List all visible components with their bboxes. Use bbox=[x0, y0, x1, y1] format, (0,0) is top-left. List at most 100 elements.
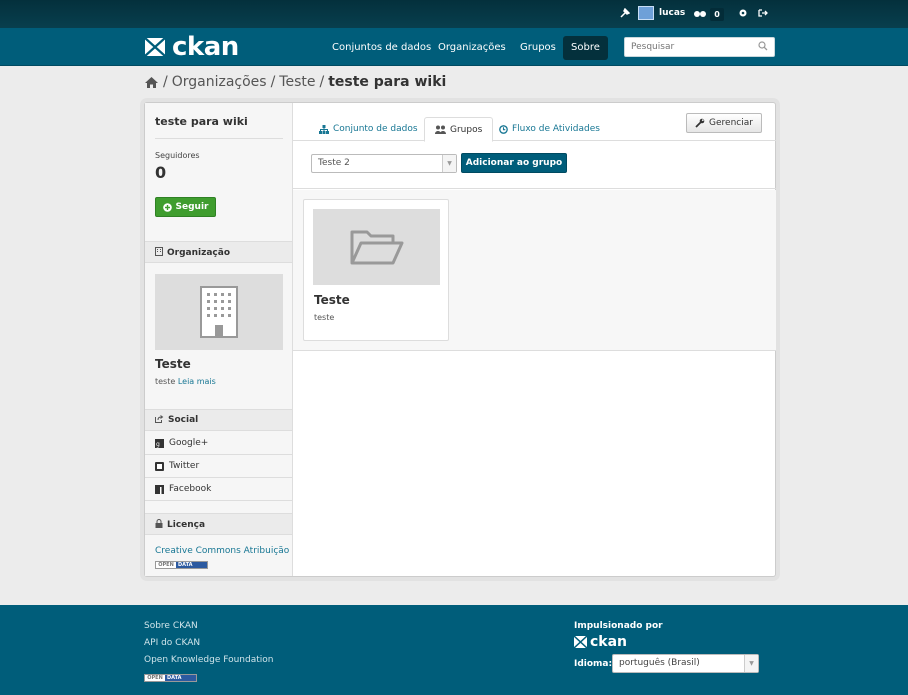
manage-button-label: Gerenciar bbox=[709, 118, 753, 128]
account-bar: lucas 0 bbox=[0, 0, 908, 28]
footer-about-link[interactable]: Sobre CKAN bbox=[144, 621, 198, 631]
google-plus-icon: g bbox=[155, 438, 164, 448]
social-google-plus[interactable]: g Google+ bbox=[145, 432, 292, 455]
group-list: Teste teste bbox=[293, 190, 776, 351]
ckan-logo[interactable]: ckan bbox=[144, 32, 239, 62]
search-input[interactable] bbox=[625, 38, 753, 56]
social-facebook[interactable]: Facebook bbox=[145, 478, 292, 501]
main-nav-about: Sobre bbox=[563, 36, 608, 60]
tab-activity[interactable]: Fluxo de Atividades bbox=[489, 117, 610, 141]
masthead: ckan Conjuntos de dados Organizações Gru… bbox=[0, 28, 908, 66]
twitter-icon bbox=[155, 461, 164, 471]
license-heading: Licença bbox=[145, 513, 292, 535]
lock-icon bbox=[155, 519, 163, 528]
followers-label: Seguidores bbox=[155, 151, 200, 160]
language-label: Idioma: bbox=[574, 659, 613, 669]
tab-datasets[interactable]: Conjunto de dados bbox=[309, 117, 428, 141]
main-nav-groups: Grupos bbox=[512, 36, 564, 60]
footer-open-data-badge[interactable]: OPEN DATA bbox=[144, 674, 197, 682]
breadcrumb-separator: / bbox=[163, 74, 168, 90]
home-icon[interactable] bbox=[144, 76, 159, 89]
social-twitter[interactable]: Twitter bbox=[145, 455, 292, 478]
clock-icon bbox=[499, 124, 508, 134]
group-image[interactable] bbox=[313, 209, 440, 285]
dashboard-count-badge[interactable]: 0 bbox=[710, 8, 724, 21]
footer: Sobre CKAN API do CKAN Open Knowledge Fo… bbox=[0, 605, 908, 695]
ckan-logo-icon bbox=[574, 636, 587, 648]
group-select[interactable]: Teste 2 ▼ bbox=[311, 154, 457, 173]
read-more-link[interactable]: Leia mais bbox=[178, 377, 216, 386]
svg-text:g: g bbox=[156, 441, 160, 448]
add-group-form: Teste 2 ▼ Adicionar ao grupo bbox=[293, 141, 776, 189]
license-heading-label: Licença bbox=[167, 520, 206, 530]
open-data-badge-open: OPEN bbox=[156, 562, 176, 568]
group-title: teste para wiki bbox=[155, 115, 248, 128]
logo-text: ckan bbox=[172, 32, 239, 62]
manage-button[interactable]: Gerenciar bbox=[686, 113, 762, 133]
footer-ckan-logo[interactable]: ckan bbox=[574, 634, 627, 650]
plus-circle-icon bbox=[162, 202, 172, 212]
footer-logo-text: ckan bbox=[590, 634, 628, 650]
ckan-logo-icon bbox=[144, 37, 166, 57]
add-to-group-button[interactable]: Adicionar ao grupo bbox=[461, 153, 567, 173]
footer-api-link[interactable]: API do CKAN bbox=[144, 638, 200, 648]
share-icon bbox=[155, 415, 164, 423]
username-link[interactable]: lucas bbox=[659, 8, 685, 18]
users-icon bbox=[435, 125, 446, 134]
language-select[interactable]: português (Brasil) ▼ bbox=[612, 654, 759, 673]
breadcrumb-separator: / bbox=[319, 74, 325, 90]
tab-groups[interactable]: Grupos bbox=[424, 117, 494, 142]
search-box bbox=[624, 37, 775, 57]
tab-activity-label: Fluxo de Atividades bbox=[512, 124, 600, 134]
google-plus-label: Google+ bbox=[169, 438, 209, 448]
nav-organizations[interactable]: Organizações bbox=[430, 36, 514, 60]
breadcrumb-org-teste[interactable]: Teste bbox=[279, 74, 315, 90]
facebook-label: Facebook bbox=[169, 484, 212, 494]
social-heading-label: Social bbox=[168, 415, 199, 425]
footer-open-data-badge-data: DATA bbox=[165, 675, 196, 681]
divider bbox=[155, 138, 283, 139]
followers-count: 0 bbox=[155, 163, 167, 182]
chevron-down-icon: ▼ bbox=[744, 655, 758, 672]
facebook-icon bbox=[155, 484, 164, 494]
main-nav: Conjuntos de dados bbox=[324, 36, 439, 60]
open-data-badge[interactable]: OPEN DATA bbox=[155, 561, 208, 569]
account-bar-bg bbox=[0, 0, 908, 28]
organization-image[interactable] bbox=[155, 274, 283, 350]
wrench-icon bbox=[695, 118, 705, 128]
logout-icon[interactable] bbox=[758, 8, 768, 18]
group-select-value: Teste 2 bbox=[318, 158, 350, 168]
dashboard-icon[interactable] bbox=[694, 9, 706, 19]
chevron-down-icon: ▼ bbox=[442, 155, 456, 172]
nav-about[interactable]: Sobre bbox=[563, 36, 608, 60]
main-nav-orgs: Organizações bbox=[430, 36, 514, 60]
footer-open-data-badge-open: OPEN bbox=[145, 675, 165, 681]
follow-button[interactable]: Seguir bbox=[155, 197, 216, 217]
breadcrumb-separator: / bbox=[270, 74, 276, 90]
follow-label: Seguir bbox=[175, 202, 209, 212]
group-card[interactable]: Teste teste bbox=[303, 199, 449, 341]
organization-name: Teste bbox=[155, 357, 191, 371]
organization-desc-text: teste bbox=[155, 377, 176, 386]
group-card-description: teste bbox=[314, 313, 335, 322]
folder-open-icon bbox=[350, 230, 403, 265]
footer-okf-link[interactable]: Open Knowledge Foundation bbox=[144, 655, 273, 665]
sysadmin-icon[interactable] bbox=[620, 8, 630, 18]
organization-heading: Organização bbox=[145, 241, 292, 263]
nav-groups[interactable]: Grupos bbox=[512, 36, 564, 60]
twitter-label: Twitter bbox=[169, 461, 200, 471]
breadcrumb-organizations[interactable]: Organizações bbox=[172, 74, 267, 90]
organization-heading-label: Organização bbox=[167, 248, 230, 258]
group-card-title[interactable]: Teste bbox=[314, 293, 350, 307]
sidebar: teste para wiki Seguidores 0 Seguir Orga… bbox=[145, 103, 293, 576]
gear-icon[interactable] bbox=[738, 8, 748, 18]
license-link[interactable]: Creative Commons Atribuição bbox=[155, 546, 289, 556]
search-icon[interactable] bbox=[758, 41, 768, 51]
tab-groups-label: Grupos bbox=[450, 124, 483, 135]
breadcrumb-current[interactable]: teste para wiki bbox=[328, 74, 446, 90]
user-avatar[interactable] bbox=[638, 6, 654, 20]
nav-datasets[interactable]: Conjuntos de dados bbox=[324, 36, 439, 60]
breadcrumb: / Organizações / Teste / teste para wiki bbox=[144, 74, 446, 90]
building-icon bbox=[155, 247, 163, 256]
content-tabs: Conjunto de dados Grupos Fluxo de Ativid… bbox=[293, 103, 776, 142]
